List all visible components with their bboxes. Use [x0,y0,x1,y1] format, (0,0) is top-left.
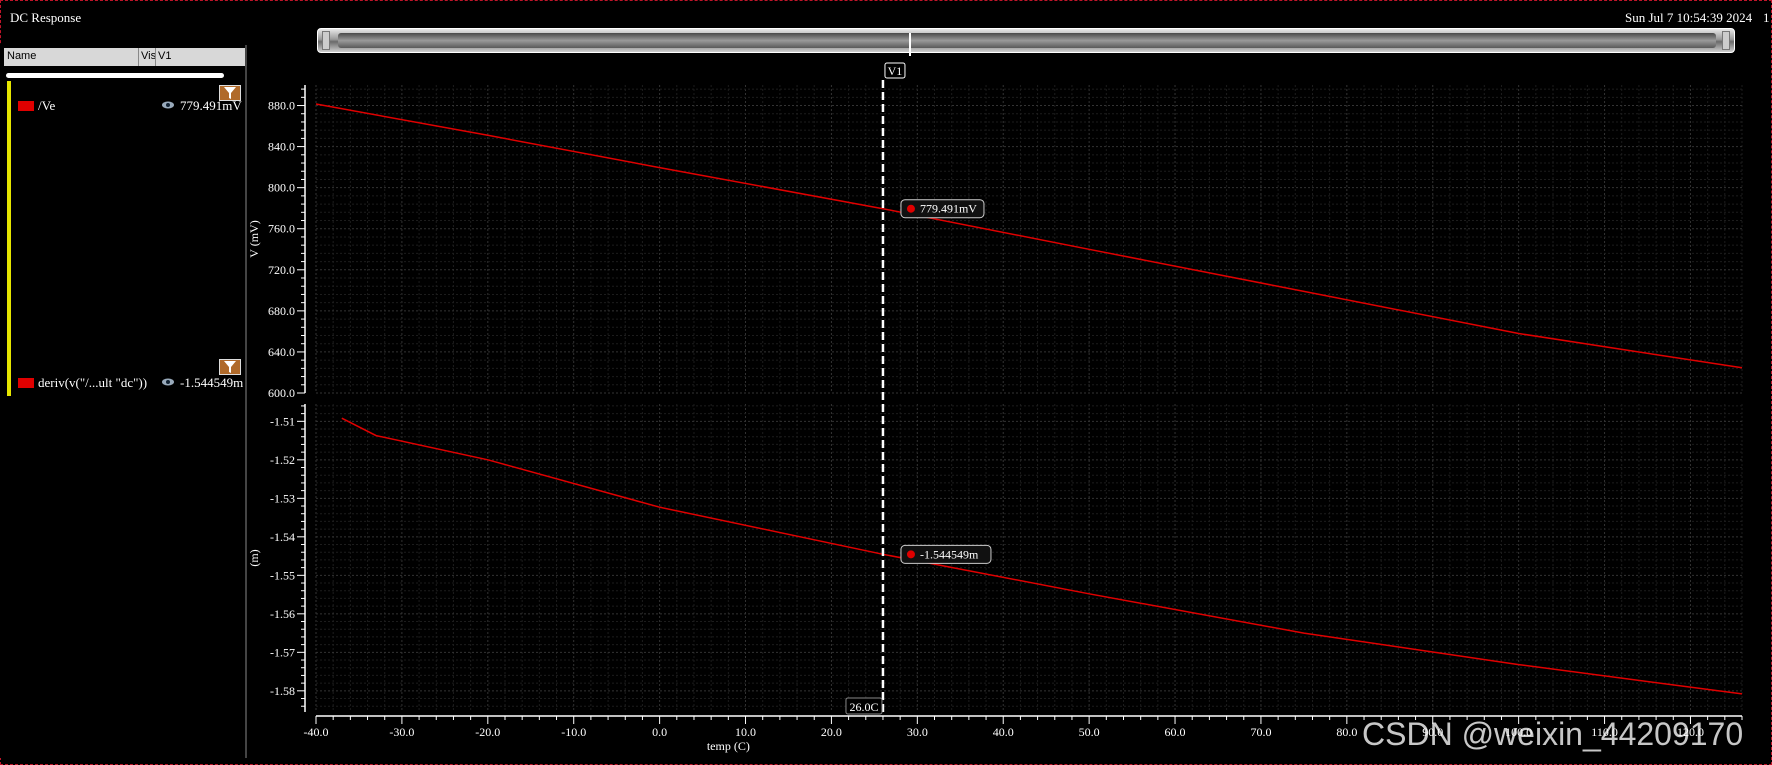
y-tick-label: -1.52 [270,453,295,467]
marker-label: 779.491mV [920,202,977,216]
y-tick-label: -1.53 [270,491,295,505]
y-tick-label: 880.0 [268,99,295,113]
marker-label: -1.544549m [920,547,979,561]
marker-point [906,204,915,213]
y-tick-label: 600.0 [268,386,295,400]
chart-area[interactable]: 600.0 640.0 680.0 720.0 760.0 800.0 840.0 880.0… [0,0,1772,765]
x-tick-label: 40.0 [993,725,1014,739]
x-tick-label: 80.0 [1336,725,1357,739]
cursor-x-label: 26.0C [849,700,878,714]
y-tick-label: 640.0 [268,345,295,359]
x-tick-label: 10.0 [735,725,756,739]
x-axis-label: temp (C) [707,739,750,753]
series-line [315,103,1743,369]
cursor-label: V1 [888,64,903,78]
x-tick-label: -30.0 [389,725,414,739]
y-tick-label: -1.51 [270,414,295,428]
y-axis-label: V (mV) [247,220,261,257]
x-tick-label: 50.0 [1079,725,1100,739]
x-tick-label: 70.0 [1250,725,1271,739]
x-tick-label: 0.0 [652,725,667,739]
y-tick-label: 800.0 [268,181,295,195]
marker-point [906,550,915,559]
x-tick-label: 60.0 [1165,725,1186,739]
y-tick-label: 760.0 [268,222,295,236]
x-tick-label: 20.0 [821,725,842,739]
x-tick-label: 30.0 [907,725,928,739]
y-tick-label: -1.58 [270,684,295,698]
y-tick-label: 840.0 [268,140,295,154]
x-tick-label: -20.0 [475,725,500,739]
y-tick-label: -1.54 [270,530,295,544]
y-tick-label: -1.55 [270,568,295,582]
y-tick-label: -1.56 [270,607,295,621]
y-tick-label: 720.0 [268,263,295,277]
grid [315,85,1743,394]
y-tick-label: 680.0 [268,304,295,318]
watermark: CSDN @weixin_44209170 [1362,716,1744,752]
y-axis-label: (m) [247,549,261,566]
x-tick-label: -40.0 [304,725,329,739]
y-tick-label: -1.57 [270,645,295,659]
x-tick-label: -10.0 [561,725,586,739]
